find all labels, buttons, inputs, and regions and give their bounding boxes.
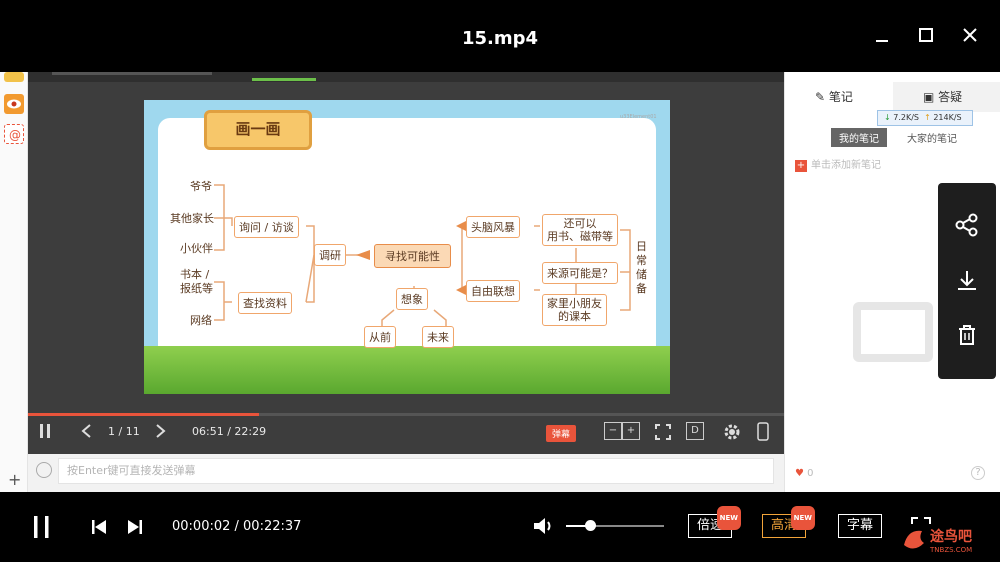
next-page-icon[interactable] [154, 422, 166, 443]
download-speed: 7.2K/S [893, 113, 919, 122]
video-player[interactable]: u33Element01 画一画 爷爷 其他家长 小伙伴 书本 / 报纸等 网络… [28, 72, 784, 492]
title-bar: 15.mp4 [0, 0, 1000, 76]
volume-icon[interactable] [532, 516, 554, 540]
likes-count[interactable]: ♥ 0 [795, 468, 814, 479]
quality-new-badge: NEW [790, 506, 816, 530]
quality-button[interactable]: 高清 NEW [762, 506, 816, 538]
all-notes-tab[interactable]: 大家的笔记 [907, 130, 957, 145]
app-frame: @ + u33Element01 画一画 爷爷 其他家长 小伙伴 书本 / 报纸… [0, 72, 1000, 492]
at-icon[interactable]: @ [4, 124, 24, 144]
player-controls: 1 / 11 06:51 / 22:29 弹幕 − + D [28, 416, 784, 448]
page-indicator: 1 / 11 [108, 425, 140, 438]
notes-tabs: ✎ 笔记 ▣ 答疑 [785, 82, 1000, 112]
prev-page-icon[interactable] [80, 422, 92, 443]
download-icon[interactable] [953, 267, 981, 295]
node-daily-reserve: 日 常 储 备 [636, 240, 647, 295]
node-books: 书本 / 报纸等 [180, 268, 213, 295]
likes-value: 0 [807, 468, 814, 479]
volume-knob[interactable] [584, 520, 596, 531]
zoom-out-icon[interactable]: − [604, 422, 622, 440]
window-title: 15.mp4 [461, 28, 539, 49]
speed-indicator: ↓ 7.2K/S ↑ 214K/S [877, 110, 973, 126]
add-note-button[interactable]: + 单击添加新笔记 [795, 156, 881, 172]
speed-new-badge: NEW [716, 506, 742, 530]
node-brainstorm: 头脑风暴 [466, 216, 520, 238]
svg-text:@: @ [9, 128, 21, 142]
node-research: 调研 [314, 244, 346, 266]
danmu-input[interactable]: 按Enter键可直接发送弹幕 [58, 458, 774, 484]
danmu-toggle[interactable]: 弹幕 [546, 425, 577, 442]
node-also-can: 还可以 用书、磁带等 [542, 214, 618, 246]
node-search: 查找资料 [238, 292, 292, 314]
fit-screen-icon[interactable] [654, 423, 672, 444]
subtitle-button[interactable]: 字幕 [838, 514, 883, 538]
player-time: 06:51 / 22:29 [192, 425, 267, 438]
speed-button[interactable]: 倍速 NEW [688, 506, 742, 538]
floating-menu [938, 183, 996, 379]
skip-back-icon[interactable] [90, 518, 108, 540]
node-network: 网络 [190, 314, 212, 327]
site-logo: 途鸟吧 TNBZS.COM [900, 523, 996, 557]
empty-notes-icon [853, 302, 933, 362]
slide-heading: 画一画 [204, 110, 312, 150]
emoji-icon[interactable] [36, 462, 52, 478]
trash-icon[interactable] [953, 321, 981, 349]
node-ask: 询问 / 访谈 [234, 216, 299, 238]
node-friends: 小伙伴 [180, 242, 213, 255]
share-icon[interactable] [953, 211, 981, 239]
notes-footer: ♥ 0 ? [785, 464, 1000, 486]
minimize-icon[interactable] [868, 22, 896, 50]
tab-qa[interactable]: ▣ 答疑 [923, 88, 962, 105]
node-imagine: 想象 [396, 288, 428, 310]
node-other-parents: 其他家长 [170, 212, 214, 225]
add-note-label: 单击添加新笔记 [811, 160, 881, 171]
danmu-bar: 按Enter键可直接发送弹幕 [28, 454, 784, 492]
playback-time: 00:00:02 / 00:22:37 [172, 519, 302, 534]
mobile-icon[interactable] [756, 422, 770, 445]
bottom-control-bar: 00:00:02 / 00:22:37 倍速 NEW 高清 NEW 字幕 途鸟吧… [0, 492, 1000, 562]
maximize-icon[interactable] [912, 22, 940, 50]
qa-icon: ▣ [923, 90, 939, 104]
edit-icon: ✎ [815, 90, 829, 104]
node-free-association: 自由联想 [466, 280, 520, 302]
logo-sub: TNBZS.COM [929, 546, 972, 554]
lesson-slide: u33Element01 画一画 爷爷 其他家长 小伙伴 书本 / 报纸等 网络… [144, 100, 670, 394]
help-icon[interactable]: ? [971, 466, 985, 480]
upload-speed: 214K/S [933, 113, 962, 122]
tab-qa-label: 答疑 [938, 90, 963, 104]
tab-notes[interactable]: ✎ 笔记 [815, 88, 853, 105]
my-notes-tab[interactable]: 我的笔记 [831, 128, 887, 147]
d-mode-icon[interactable]: D [686, 422, 704, 440]
node-grandpa: 爷爷 [190, 180, 212, 193]
skip-forward-icon[interactable] [126, 518, 144, 540]
add-icon[interactable]: + [8, 470, 21, 489]
settings-gear-icon[interactable] [722, 422, 742, 445]
sidebar-top-icon[interactable] [4, 72, 24, 82]
player-top-strip [28, 72, 784, 82]
heart-icon: ♥ [795, 468, 804, 479]
node-kids-textbook: 家里小朋友 的课本 [542, 294, 607, 326]
logo-text: 途鸟吧 [930, 528, 972, 545]
add-note-icon: + [795, 160, 807, 172]
main-pause-icon[interactable] [30, 514, 54, 544]
node-past: 从前 [364, 326, 396, 348]
eye-icon[interactable] [4, 94, 24, 114]
node-find: 寻找可能性 [374, 244, 451, 268]
tab-notes-label: 笔记 [828, 90, 853, 104]
close-icon[interactable] [956, 22, 984, 50]
node-source: 来源可能是？ [542, 262, 618, 284]
pause-icon[interactable] [38, 422, 52, 443]
slide-watermark: u33Element01 [620, 114, 657, 120]
node-future: 未来 [422, 326, 454, 348]
zoom-in-icon[interactable]: + [622, 422, 640, 440]
left-sidebar: @ + [0, 72, 28, 492]
